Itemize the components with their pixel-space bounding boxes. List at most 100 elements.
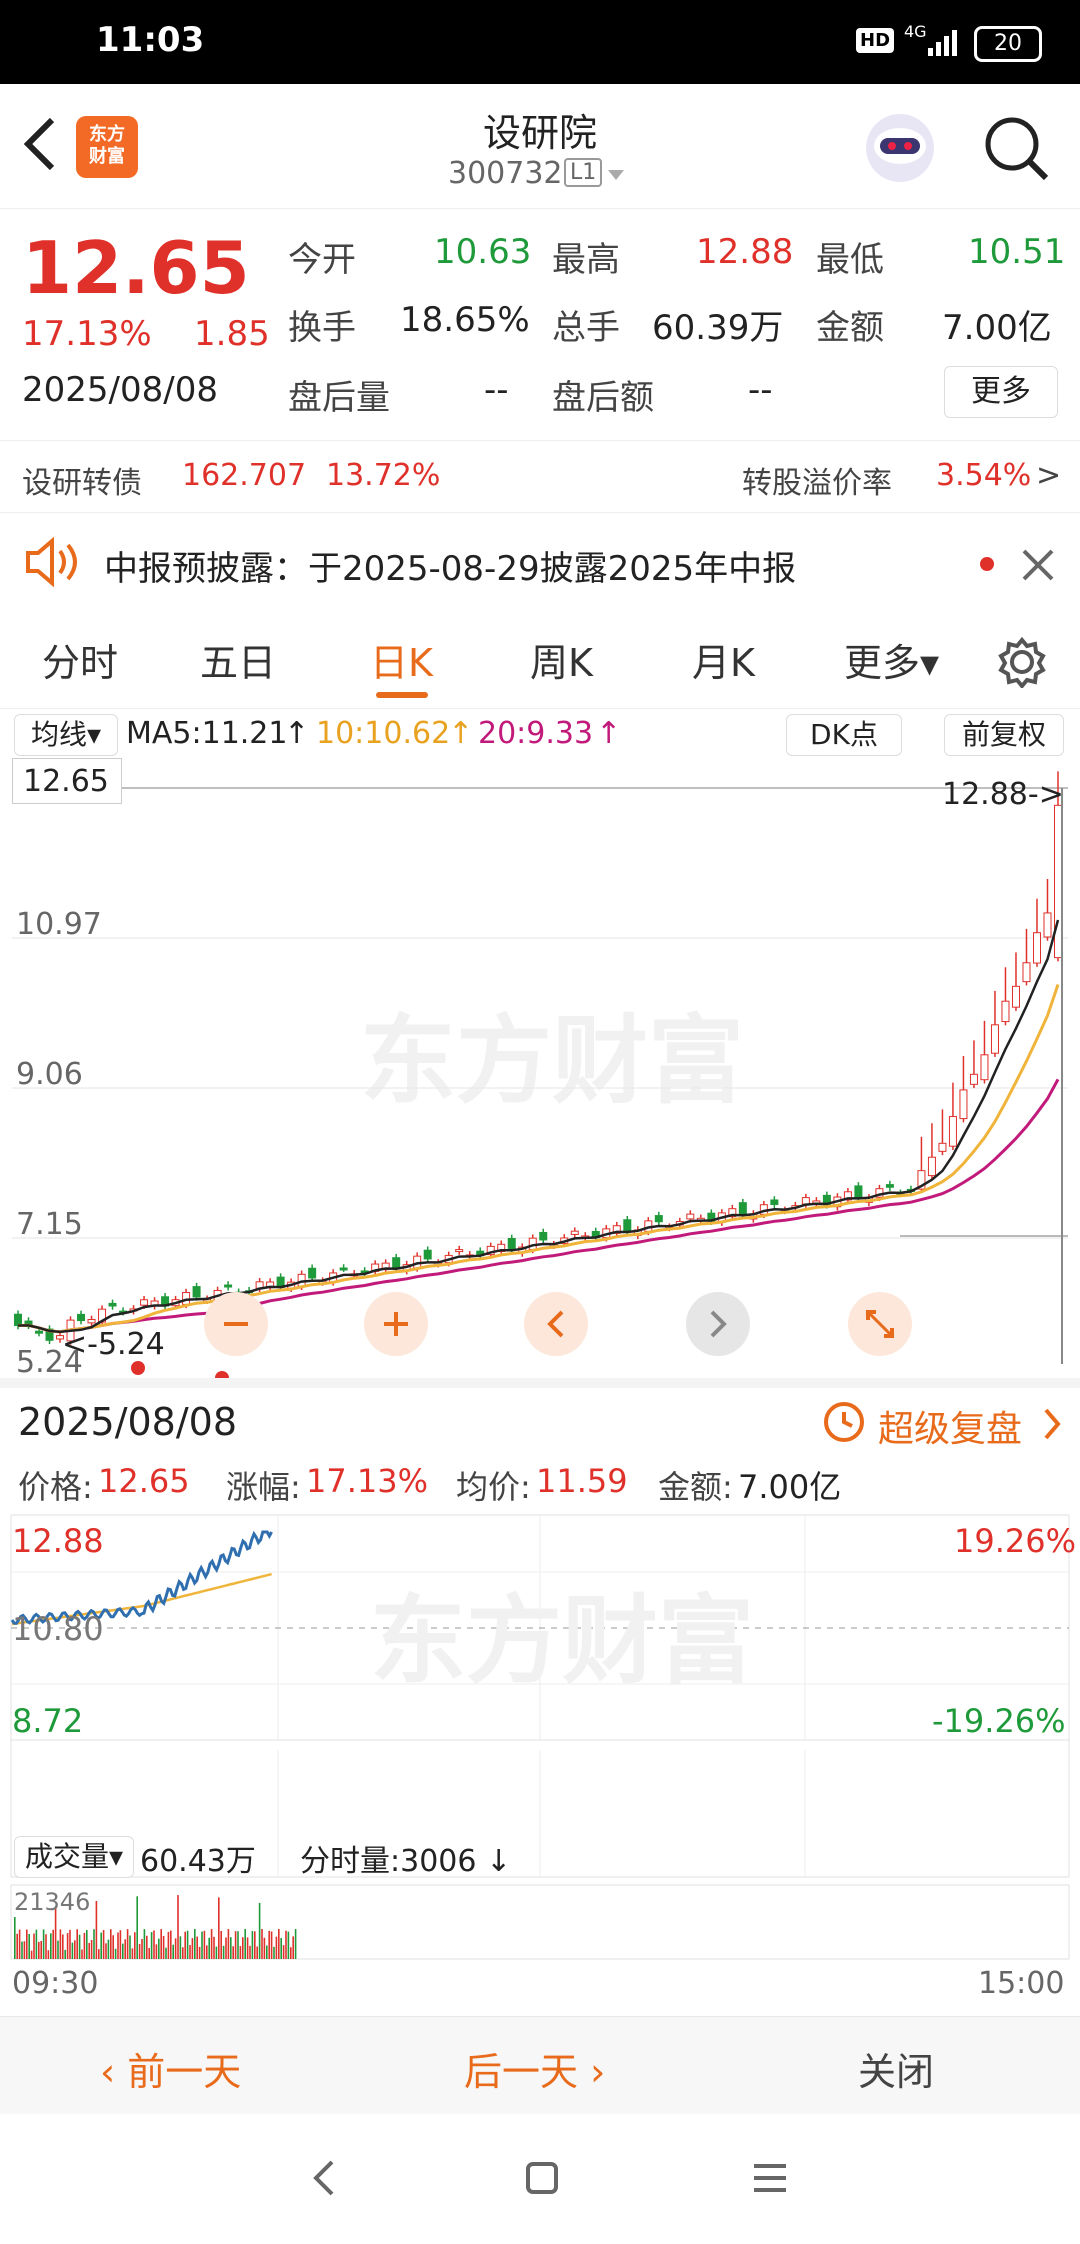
dk-point-button[interactable]: DK点 — [786, 714, 902, 756]
detail-pct: 17.13% — [306, 1462, 429, 1500]
ma5-label: MA5:11.21 — [126, 716, 288, 751]
nav-menu-icon[interactable] — [750, 2158, 790, 2198]
candle-body — [35, 1330, 44, 1334]
ma5-arrow: ↑ — [284, 716, 310, 751]
history-icon[interactable] — [818, 1398, 866, 1446]
notice-bar[interactable]: 中报预披露：于2025-08-29披露2025年中报 — [0, 515, 1080, 610]
close-button[interactable]: 关闭 — [858, 2041, 934, 2096]
candle-body — [801, 1197, 810, 1205]
robot-assistant-icon[interactable] — [862, 110, 938, 186]
volume-bar — [208, 1937, 210, 1959]
candle-body — [1054, 804, 1062, 959]
volume-bar — [146, 1935, 148, 1959]
tab-monthly-k[interactable]: 月K — [692, 632, 755, 687]
fullscreen-button[interactable] — [848, 1292, 912, 1356]
volume-bar — [35, 1929, 38, 1959]
volume-bar — [249, 1945, 251, 1959]
level-badge[interactable]: L1 — [564, 158, 603, 187]
adjust-button[interactable]: 前复权 — [944, 714, 1064, 756]
volume-bar — [23, 1941, 26, 1959]
volume-bar — [165, 1947, 167, 1959]
volume-bar — [90, 1939, 93, 1959]
volume-bar — [126, 1929, 129, 1959]
bond-name[interactable]: 设研转债 — [22, 458, 142, 502]
minus-icon — [224, 1322, 248, 1326]
candle-body — [87, 1318, 96, 1324]
tab-weekly-k[interactable]: 周K — [530, 632, 593, 687]
chevron-right-icon[interactable] — [1040, 1406, 1064, 1442]
volume-total: 60.43万 — [140, 1844, 256, 1879]
search-icon[interactable] — [982, 114, 1052, 184]
volume-bar — [184, 1931, 186, 1959]
intraday-y-bot: 8.72 — [12, 1702, 84, 1740]
candle-body — [308, 1267, 317, 1279]
bond-price: 162.707 — [182, 458, 307, 493]
volume-bar — [38, 1941, 40, 1959]
volume-bar — [174, 1938, 177, 1959]
tab-daily-k[interactable]: 日K — [370, 632, 433, 687]
watermark: 东方财富 — [360, 1008, 744, 1115]
volume-bar — [50, 1933, 52, 1959]
volume-indicator-select[interactable]: 成交量▾ — [14, 1836, 134, 1878]
nav-back-icon[interactable] — [306, 2156, 342, 2200]
scroll-right-button[interactable] — [686, 1292, 750, 1356]
volume-bar — [66, 1933, 69, 1959]
tab-five-day[interactable]: 五日 — [200, 632, 276, 687]
candle-body — [192, 1286, 201, 1298]
volume-bar — [196, 1936, 198, 1959]
settings-icon[interactable] — [996, 636, 1048, 688]
zoom-out-button[interactable] — [204, 1292, 268, 1356]
more-button[interactable]: 更多 — [944, 366, 1058, 418]
indicator-select[interactable]: 均线▾ — [14, 714, 118, 756]
volume-bar — [110, 1929, 112, 1959]
signal-icon — [928, 30, 957, 56]
next-day-button[interactable]: 后一天 › — [464, 2041, 605, 2096]
nav-home-icon[interactable] — [524, 2158, 560, 2198]
prev-day-button[interactable]: ‹ 前一天 — [100, 2041, 241, 2096]
volume-bar — [268, 1930, 270, 1959]
tab-more[interactable]: 更多▾ — [844, 632, 939, 687]
volume-bar — [213, 1936, 215, 1959]
volume-bar — [244, 1929, 246, 1959]
volume-bar — [102, 1930, 105, 1959]
premium-arrow[interactable]: > — [1036, 458, 1061, 493]
day-navigation-bar: ‹ 前一天 后一天 › 关闭 — [0, 2016, 1080, 2115]
signal-dot — [131, 1361, 145, 1375]
high-value: 12.88 — [696, 232, 794, 272]
y-label-2: 9.06 — [16, 1057, 83, 1092]
volume-bar — [294, 1929, 297, 1959]
volume-bar — [138, 1943, 141, 1959]
tab-active-indicator — [376, 692, 428, 698]
volume-bar — [222, 1945, 225, 1959]
high-label: 最高 — [552, 240, 620, 280]
scroll-left-button[interactable] — [524, 1292, 588, 1356]
zoom-in-button[interactable] — [364, 1292, 428, 1356]
intraday-chart[interactable]: 东方财富 — [10, 1514, 1070, 1880]
volume-bar — [143, 1929, 146, 1959]
high-marker: 12.88-> — [942, 777, 1064, 812]
super-replay-link[interactable]: 超级复盘 — [878, 1400, 1022, 1452]
candle-body — [980, 1054, 989, 1081]
candle-body — [1032, 932, 1041, 964]
signal-dot — [215, 1371, 229, 1378]
low-value: 10.51 — [968, 232, 1066, 272]
candle-body — [654, 1215, 663, 1223]
volume-bar — [59, 1929, 62, 1959]
intraday-pct-top: 19.26% — [954, 1522, 1077, 1560]
volume-bar — [119, 1930, 122, 1959]
close-icon[interactable] — [1020, 547, 1056, 583]
open-value: 10.63 — [434, 232, 532, 272]
tab-intraday[interactable]: 分时 — [42, 632, 118, 687]
after-amount-value: -- — [748, 370, 773, 410]
y-label-3: 7.15 — [16, 1207, 83, 1242]
chevron-down-icon[interactable] — [606, 168, 626, 182]
volume-bar — [45, 1934, 47, 1959]
ma20-label: 20:9.33 — [478, 716, 594, 751]
detail-price-label: 价格: — [18, 1468, 93, 1506]
volume-bar — [78, 1934, 81, 1959]
volume-bar — [167, 1931, 170, 1959]
detail-avg: 11.59 — [536, 1462, 628, 1500]
volume-max-label: 21346 — [14, 1888, 91, 1916]
kline-chart[interactable]: 均线▾ MA5:11.21 ↑ 10:10.62 ↑ 20:9.33 ↑ DK点… — [0, 708, 1080, 1378]
after-amount-label: 盘后额 — [552, 378, 654, 418]
